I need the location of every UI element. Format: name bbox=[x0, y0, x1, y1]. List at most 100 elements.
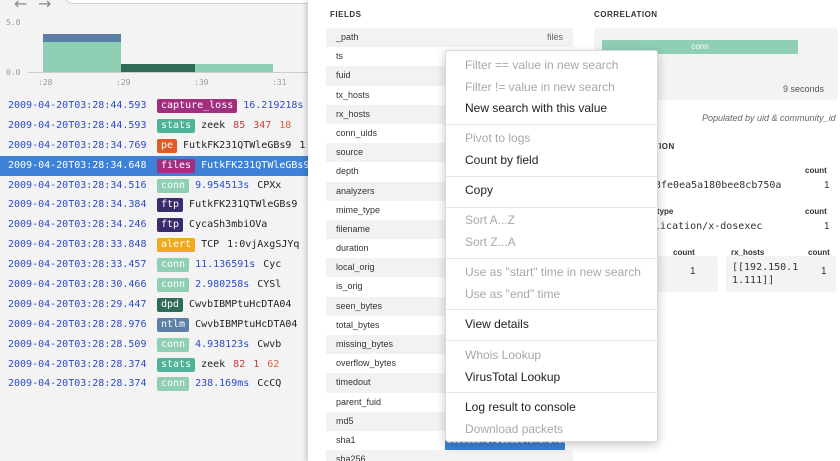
log-timestamp[interactable]: 2009-04-20T03:28:34.246 bbox=[8, 215, 146, 235]
log-timestamp[interactable]: 2009-04-20T03:28:28.976 bbox=[8, 315, 146, 335]
log-field-value[interactable]: 1 bbox=[253, 355, 259, 375]
menu-item-use-as-end-time[interactable]: Use as "end" time bbox=[465, 287, 560, 301]
log-row[interactable]: 2009-04-20T03:28:28.374 conn 238.169ms CcCQ bbox=[0, 374, 308, 394]
path-badge[interactable]: dpd bbox=[157, 297, 184, 312]
log-field-value[interactable]: 82 bbox=[233, 355, 245, 375]
log-timestamp[interactable]: 2009-04-20T03:28:33.457 bbox=[8, 255, 146, 275]
log-timestamp[interactable]: 2009-04-20T03:28:34.769 bbox=[8, 136, 146, 156]
log-field-value[interactable]: FutkFK231QTWleGBs9 bbox=[183, 136, 291, 156]
log-field-value[interactable]: 1 bbox=[299, 136, 305, 156]
log-row[interactable]: 2009-04-20T03:28:28.509 conn 4.938123s Cwvb bbox=[0, 335, 308, 355]
log-timestamp[interactable]: 2009-04-20T03:28:34.384 bbox=[8, 195, 146, 215]
path-badge[interactable]: conn bbox=[157, 377, 190, 392]
rx-hosts-value-line2[interactable]: 1.111]] bbox=[732, 275, 774, 286]
path-badge[interactable]: ftp bbox=[157, 218, 184, 233]
menu-item-sort-z-a[interactable]: Sort Z...A bbox=[465, 235, 516, 249]
log-field-value[interactable]: 11.136591s bbox=[195, 255, 255, 275]
log-timestamp[interactable]: 2009-04-20T03:28:28.509 bbox=[8, 335, 146, 355]
field-value[interactable]: files bbox=[547, 28, 563, 47]
log-field-value[interactable]: 1:0vjAxgSJYq bbox=[227, 235, 299, 255]
log-timestamp[interactable]: 2009-04-20T03:28:28.374 bbox=[8, 355, 146, 375]
log-row[interactable]: 2009-04-20T03:28:33.457 conn 11.136591s Cyc bbox=[0, 255, 308, 275]
log-field-value[interactable]: CPXx bbox=[257, 176, 281, 196]
menu-item-new-search-with-this-value[interactable]: New search with this value bbox=[465, 101, 607, 115]
log-field-value[interactable]: FutkFK231QTWleGBs9 bbox=[201, 156, 308, 176]
log-timestamp[interactable]: 2009-04-20T03:28:29.447 bbox=[8, 295, 146, 315]
menu-item-sort-a-z[interactable]: Sort A...Z bbox=[465, 213, 515, 227]
log-timestamp[interactable]: 2009-04-20T03:28:33.848 bbox=[8, 235, 146, 255]
menu-item-copy[interactable]: Copy bbox=[465, 183, 493, 197]
log-row[interactable]: 2009-04-20T03:28:34.516 conn 9.954513s CPXx bbox=[0, 176, 308, 196]
log-field-value[interactable]: TCP bbox=[201, 235, 219, 255]
path-badge[interactable]: conn bbox=[157, 258, 190, 273]
field-row-sha256[interactable]: sha256 bbox=[326, 450, 573, 461]
log-field-value[interactable]: 4.938123s bbox=[195, 335, 249, 355]
log-field-value[interactable]: 9.954513s bbox=[195, 176, 249, 196]
menu-item-count-by-field[interactable]: Count by field bbox=[465, 153, 538, 167]
log-field-value[interactable]: zeek bbox=[201, 355, 225, 375]
path-badge[interactable]: alert bbox=[157, 238, 196, 253]
menu-item-virustotal-lookup[interactable]: VirusTotal Lookup bbox=[465, 370, 560, 384]
log-row[interactable]: 2009-04-20T03:28:44.593 capture_loss 16.21… bbox=[0, 96, 308, 116]
log-row[interactable]: 2009-04-20T03:28:34.246 ftp CycaSh3mbiOVa bbox=[0, 215, 308, 235]
log-row[interactable]: 2009-04-20T03:28:28.374 stats zeek 82 1 62 bbox=[0, 355, 308, 375]
menu-item-view-details[interactable]: View details bbox=[465, 317, 529, 331]
rx-hosts-value-line1[interactable]: [[192.150.1 bbox=[732, 262, 798, 273]
log-field-value[interactable]: CYSl bbox=[257, 275, 281, 295]
log-field-value[interactable]: 347 bbox=[253, 116, 271, 136]
log-row[interactable]: 2009-04-20T03:28:44.593 stats zeek 85 347 18 bbox=[0, 116, 308, 136]
log-timestamp[interactable]: 2009-04-20T03:28:34.648 bbox=[8, 156, 146, 176]
path-badge[interactable]: conn bbox=[157, 278, 190, 293]
back-arrow-icon[interactable]: ← bbox=[14, 0, 27, 13]
path-badge[interactable]: ntlm bbox=[157, 317, 190, 332]
log-row[interactable]: 2009-04-20T03:28:28.976 ntlm CwvbIBMPtuHcD… bbox=[0, 315, 308, 335]
search-input[interactable] bbox=[62, 0, 308, 4]
log-field-value[interactable]: 238.169ms bbox=[195, 374, 249, 394]
menu-item-use-as-start-time-in-new-search[interactable]: Use as "start" time in new search bbox=[465, 265, 641, 279]
log-row[interactable]: 2009-04-20T03:28:29.447 dpd CwvbIBMPtuHcDT… bbox=[0, 295, 308, 315]
path-badge[interactable]: files bbox=[157, 158, 196, 173]
path-badge[interactable]: conn bbox=[157, 178, 190, 193]
log-row[interactable]: 2009-04-20T03:28:30.466 conn 2.980258s CYSl bbox=[0, 275, 308, 295]
menu-item-filter-value-in-new-search[interactable]: Filter == value in new search bbox=[465, 58, 618, 72]
log-field-value[interactable]: 16.219218s bbox=[243, 96, 303, 116]
path-badge[interactable]: ftp bbox=[157, 198, 184, 213]
menu-item-pivot-to-logs[interactable]: Pivot to logs bbox=[465, 131, 530, 145]
log-field-value[interactable]: 18 bbox=[279, 116, 291, 136]
log-field-value[interactable]: 85 bbox=[233, 116, 245, 136]
log-field-value[interactable]: 2.980258s bbox=[195, 275, 249, 295]
menu-item-log-result-to-console[interactable]: Log result to console bbox=[465, 400, 576, 414]
log-row[interactable]: 2009-04-20T03:28:34.384 ftp FutkFK231QTWle… bbox=[0, 195, 308, 215]
path-badge[interactable]: stats bbox=[157, 118, 196, 133]
path-badge[interactable]: stats bbox=[157, 357, 196, 372]
log-row[interactable]: 2009-04-20T03:28:34.648 files FutkFK231QTW… bbox=[0, 155, 308, 176]
log-timestamp[interactable]: 2009-04-20T03:28:30.466 bbox=[8, 275, 146, 295]
mime-type-value[interactable]: plication/x-dosexec bbox=[648, 221, 762, 232]
path-badge[interactable]: capture_loss bbox=[157, 99, 238, 113]
log-timestamp[interactable]: 2009-04-20T03:28:44.593 bbox=[8, 116, 146, 136]
log-field-value[interactable]: CwvbIBMPtuHcDTA04 bbox=[195, 315, 297, 335]
field-row--path[interactable]: _path files bbox=[326, 28, 573, 48]
log-table: 2009-04-20T03:28:44.593 capture_loss 16.21… bbox=[0, 96, 308, 394]
log-field-value[interactable]: FutkFK231QTWleGBs9 bbox=[189, 195, 297, 215]
log-timestamp[interactable]: 2009-04-20T03:28:44.593 bbox=[8, 96, 146, 116]
log-field-value[interactable]: CcCQ bbox=[257, 374, 281, 394]
log-field-value[interactable]: CwvbIBMPtuHcDTA04 bbox=[189, 295, 291, 315]
histogram-chart[interactable]: 5.0 0.0 :28 :29 :30 :31 bbox=[0, 14, 308, 90]
log-field-value[interactable]: 62 bbox=[267, 355, 279, 375]
log-field-value[interactable]: CycaSh3mbiOVa bbox=[189, 215, 267, 235]
log-timestamp[interactable]: 2009-04-20T03:28:28.374 bbox=[8, 374, 146, 394]
menu-item-whois-lookup[interactable]: Whois Lookup bbox=[465, 348, 541, 362]
log-row[interactable]: 2009-04-20T03:28:34.769 pe FutkFK231QTWleG… bbox=[0, 136, 308, 156]
log-field-value[interactable]: Cwvb bbox=[257, 335, 281, 355]
path-badge[interactable]: conn bbox=[157, 337, 190, 352]
log-field-value[interactable]: Cyc bbox=[263, 255, 281, 275]
log-timestamp[interactable]: 2009-04-20T03:28:34.516 bbox=[8, 176, 146, 196]
forward-arrow-icon[interactable]: → bbox=[38, 0, 51, 13]
menu-item-download-packets[interactable]: Download packets bbox=[465, 422, 563, 436]
menu-item-filter-value-in-new-search[interactable]: Filter != value in new search bbox=[465, 80, 615, 94]
path-badge[interactable]: pe bbox=[157, 138, 178, 153]
hash-value[interactable]: 3fe0ea5a180bee8cb750a bbox=[655, 180, 781, 191]
log-row[interactable]: 2009-04-20T03:28:33.848 alert TCP 1:0vjAxgS… bbox=[0, 235, 308, 255]
log-field-value[interactable]: zeek bbox=[201, 116, 225, 136]
